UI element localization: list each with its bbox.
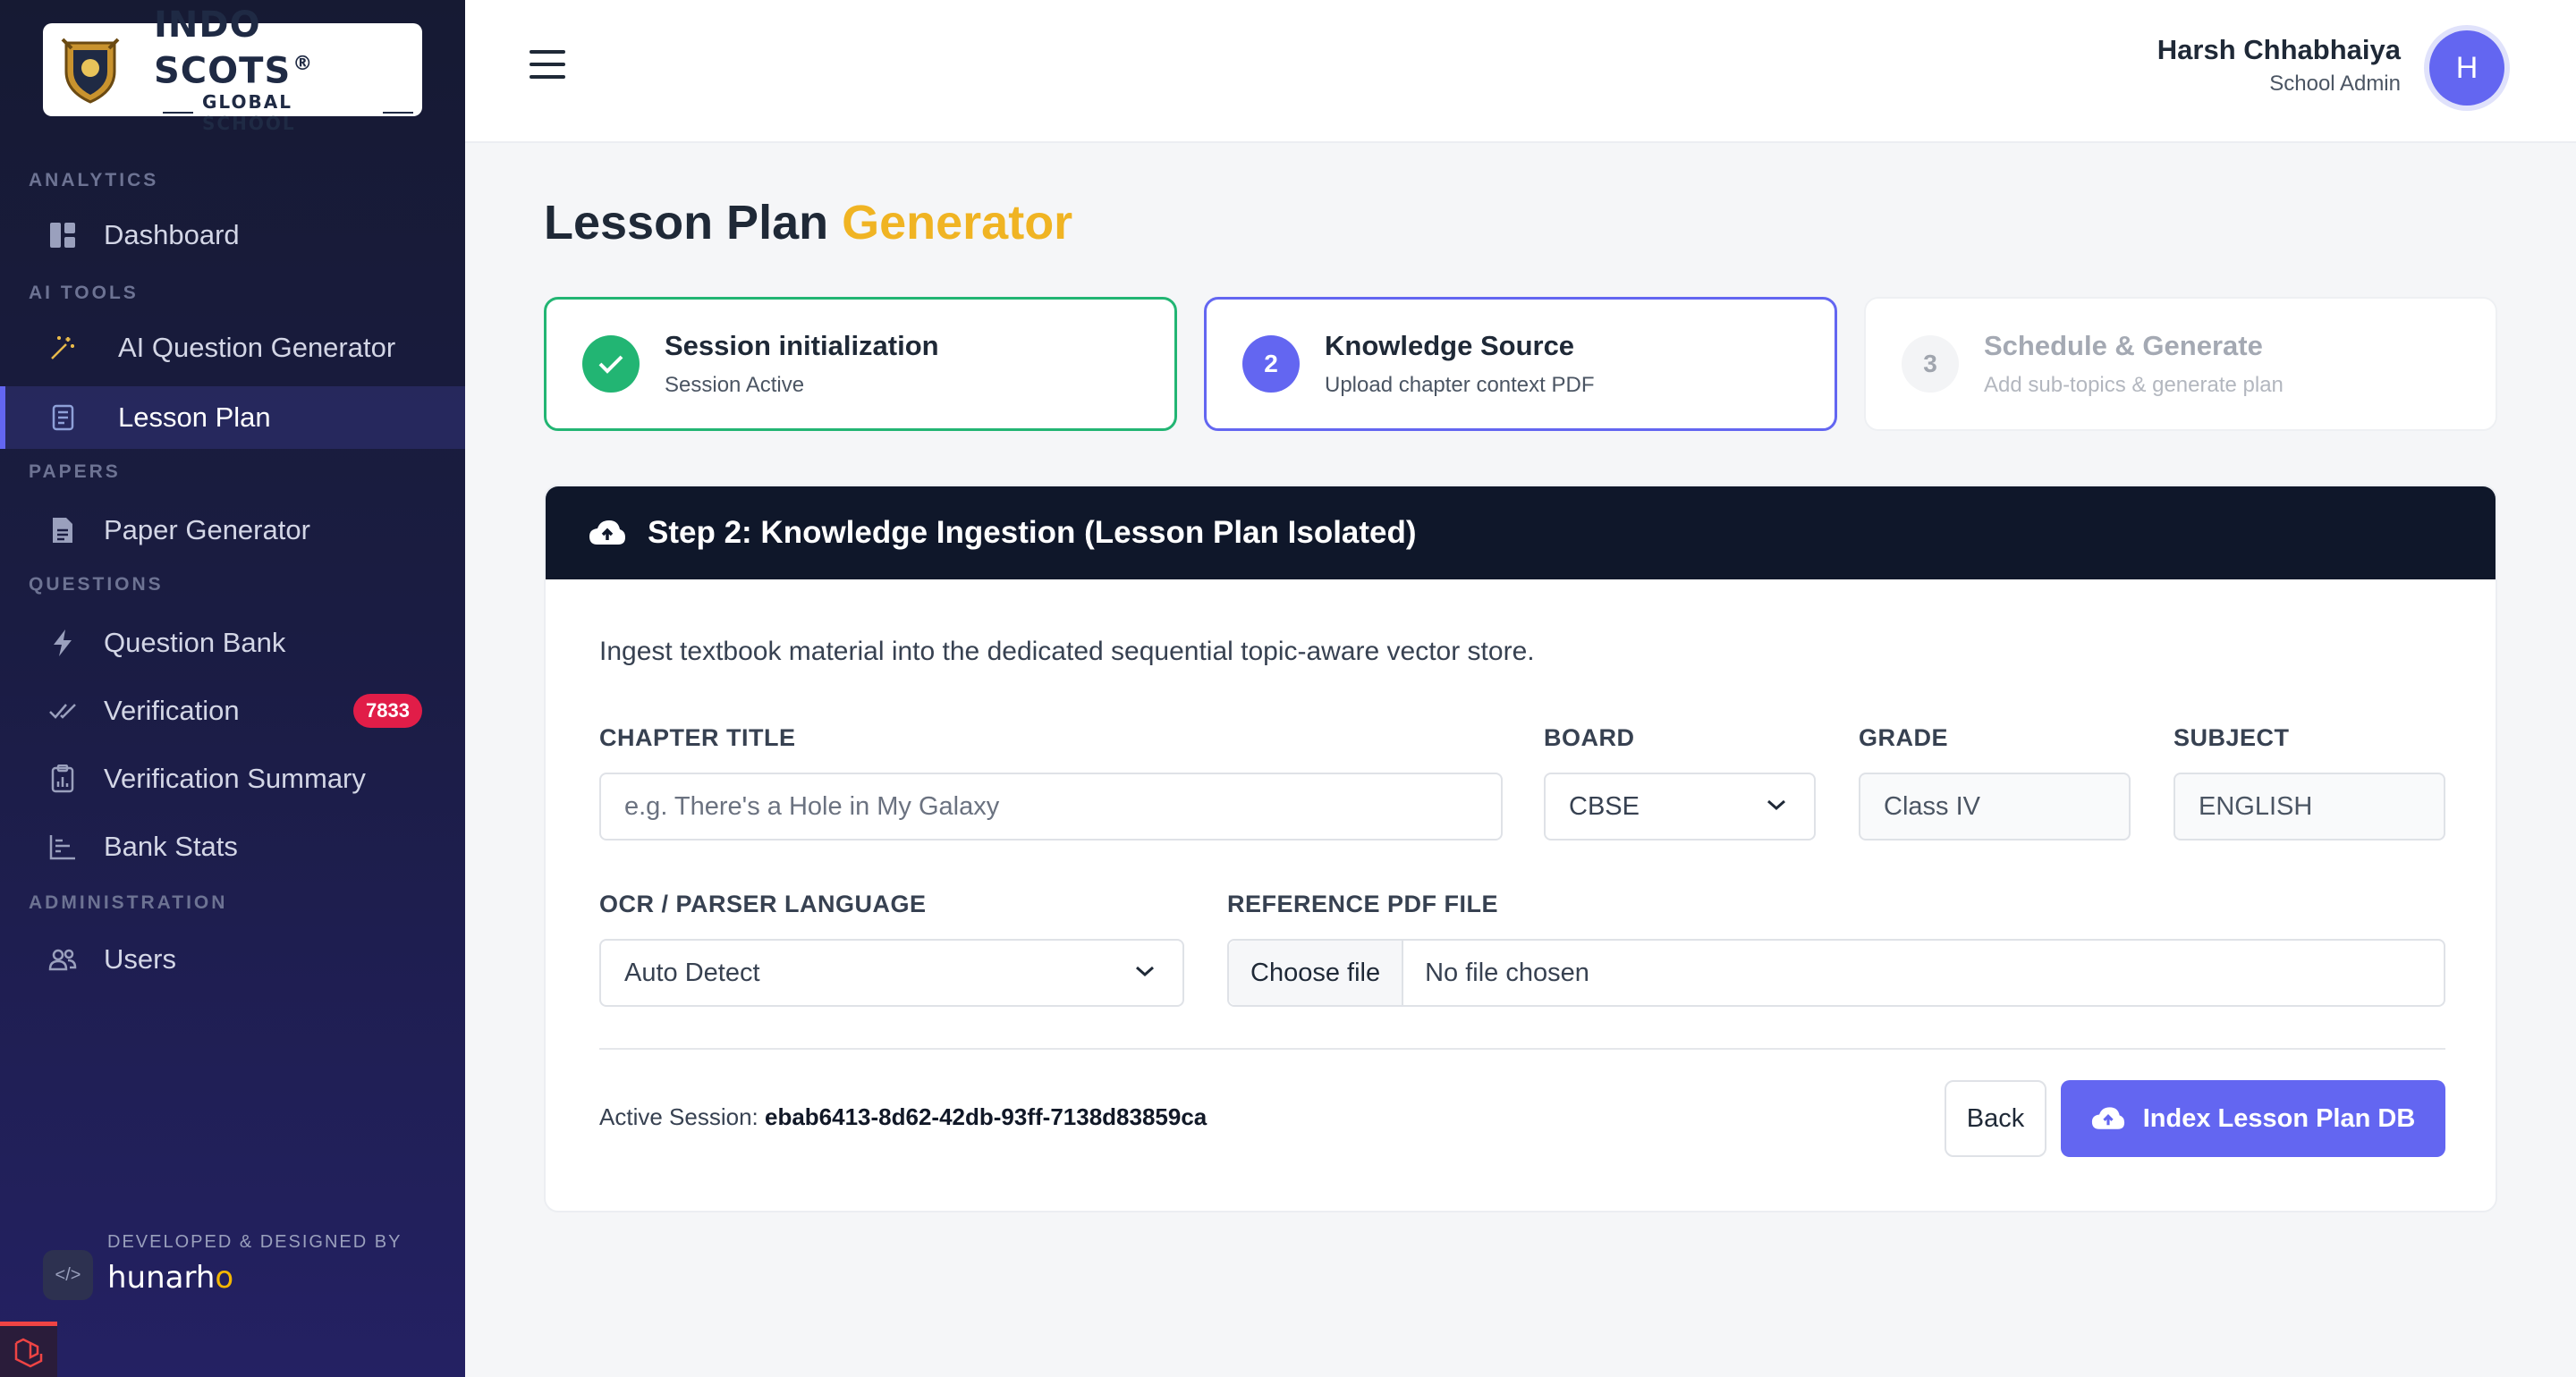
reference-pdf-input[interactable]: Choose file No file chosen bbox=[1227, 939, 2445, 1007]
user-info[interactable]: Harsh Chhabhaiya School Admin bbox=[2157, 34, 2401, 97]
step-title: Schedule & Generate bbox=[1984, 330, 2263, 361]
cloud-upload-icon bbox=[2091, 1107, 2124, 1129]
subject-field[interactable]: ENGLISH bbox=[2174, 773, 2445, 841]
active-session: Active Session: ebab6413-8d62-42db-93ff-… bbox=[599, 1103, 1207, 1131]
index-lesson-plan-button[interactable]: Index Lesson Plan DB bbox=[2061, 1080, 2445, 1157]
subject-label: SUBJECT bbox=[2174, 724, 2290, 751]
sidebar-item-label: Question Bank bbox=[104, 627, 286, 658]
step-knowledge-source[interactable]: 2 Knowledge Source Upload chapter contex… bbox=[1204, 297, 1837, 431]
board-select[interactable]: CBSE bbox=[1544, 773, 1816, 841]
session-id: ebab6413-8d62-42db-93ff-7138d83859ca bbox=[764, 1103, 1208, 1130]
step-subtitle: Add sub-topics & generate plan bbox=[1984, 373, 2284, 397]
card-header: Step 2: Knowledge Ingestion (Lesson Plan… bbox=[546, 486, 2496, 579]
user-name: Harsh Chhabhaiya bbox=[2157, 34, 2401, 65]
code-icon: </> bbox=[43, 1250, 93, 1300]
section-ai-tools: AI TOOLS bbox=[29, 283, 139, 303]
sidebar-item-label: Dashboard bbox=[104, 219, 240, 250]
laravel-icon[interactable] bbox=[0, 1322, 57, 1377]
page-title-accent: Generator bbox=[842, 196, 1073, 249]
double-check-icon bbox=[47, 695, 79, 727]
chapter-title-label: CHAPTER TITLE bbox=[599, 724, 796, 751]
sidebar-item-verification[interactable]: Verification 7833 bbox=[0, 680, 465, 742]
cloud-upload-icon bbox=[589, 520, 625, 545]
sidebar-item-dashboard[interactable]: Dashboard bbox=[0, 204, 465, 266]
developer-credit: </> DEVELOPED & DESIGNED BY hunarho bbox=[43, 1232, 402, 1300]
step-subtitle: Session Active bbox=[665, 373, 805, 397]
file-status: No file chosen bbox=[1425, 958, 1589, 987]
section-administration: ADMINISTRATION bbox=[29, 892, 228, 913]
card-description: Ingest textbook material into the dedica… bbox=[599, 637, 1535, 666]
divider bbox=[599, 1048, 2445, 1050]
hamburger-menu-icon[interactable] bbox=[530, 50, 565, 79]
step-session-initialization[interactable]: Session initialization Session Active bbox=[544, 297, 1177, 431]
section-papers: PAPERS bbox=[29, 461, 121, 482]
page-title-main: Lesson Plan bbox=[544, 196, 829, 249]
step-number: 3 bbox=[1902, 335, 1959, 393]
knowledge-ingestion-card: Step 2: Knowledge Ingestion (Lesson Plan… bbox=[544, 485, 2497, 1212]
sidebar-item-label: Lesson Plan bbox=[118, 401, 271, 433]
sidebar-item-label: Bank Stats bbox=[104, 831, 238, 862]
sidebar-item-label: Verification bbox=[104, 695, 240, 726]
reference-pdf-label: REFERENCE PDF FILE bbox=[1227, 891, 1499, 917]
clipboard-chart-icon bbox=[47, 763, 79, 795]
back-button[interactable]: Back bbox=[1945, 1080, 2046, 1157]
section-questions: QUESTIONS bbox=[29, 574, 164, 595]
card-title: Step 2: Knowledge Ingestion (Lesson Plan… bbox=[648, 515, 1417, 550]
sidebar-item-bank-stats[interactable]: Bank Stats bbox=[0, 815, 465, 878]
chapter-title-input[interactable]: e.g. There's a Hole in My Galaxy bbox=[599, 773, 1503, 841]
board-value: CBSE bbox=[1569, 791, 1640, 821]
chevron-down-icon bbox=[1136, 966, 1154, 977]
lesson-book-icon bbox=[47, 401, 79, 434]
brand-subtitle: GLOBAL SCHOOL bbox=[202, 90, 296, 134]
school-logo[interactable]: INDO SCOTS® GLOBAL SCHOOL bbox=[43, 5, 422, 134]
sidebar-item-label: AI Question Generator bbox=[118, 332, 396, 363]
developer-label: DEVELOPED & DESIGNED BY bbox=[107, 1232, 402, 1252]
step-subtitle: Upload chapter context PDF bbox=[1325, 373, 1595, 397]
ocr-language-value: Auto Detect bbox=[624, 958, 760, 987]
chevron-down-icon bbox=[1767, 799, 1785, 811]
sidebar-item-label: Users bbox=[104, 943, 176, 975]
index-button-label: Index Lesson Plan DB bbox=[2142, 1103, 2416, 1133]
sidebar: INDO SCOTS® GLOBAL SCHOOL ANALYTICS Dash… bbox=[0, 0, 465, 1377]
bar-stats-icon bbox=[47, 831, 79, 863]
crest-icon bbox=[59, 36, 122, 104]
step-number: 2 bbox=[1242, 335, 1300, 393]
sidebar-item-paper-generator[interactable]: Paper Generator bbox=[0, 499, 465, 562]
sidebar-item-verification-summary[interactable]: Verification Summary bbox=[0, 748, 465, 810]
user-role: School Admin bbox=[2269, 72, 2401, 96]
developer-brand[interactable]: hunarho bbox=[107, 1260, 402, 1296]
document-icon bbox=[47, 514, 79, 546]
check-icon bbox=[582, 335, 640, 393]
sidebar-item-label: Verification Summary bbox=[104, 763, 366, 794]
magic-wand-icon bbox=[47, 332, 79, 364]
grade-label: GRADE bbox=[1859, 724, 1949, 751]
ocr-language-select[interactable]: Auto Detect bbox=[599, 939, 1184, 1007]
verification-count-badge: 7833 bbox=[353, 694, 422, 728]
section-analytics: ANALYTICS bbox=[29, 170, 159, 190]
registered-mark: ® bbox=[292, 53, 314, 76]
step-title: Session initialization bbox=[665, 330, 939, 361]
bolt-icon bbox=[47, 627, 79, 659]
step-schedule-generate[interactable]: 3 Schedule & Generate Add sub-topics & g… bbox=[1864, 297, 2497, 431]
choose-file-button[interactable]: Choose file bbox=[1229, 941, 1404, 1005]
avatar[interactable]: H bbox=[2429, 30, 2504, 106]
grade-field[interactable]: Class IV bbox=[1859, 773, 2131, 841]
users-icon bbox=[47, 943, 79, 976]
sidebar-item-ai-question-generator[interactable]: AI Question Generator bbox=[0, 317, 465, 379]
sidebar-item-question-bank[interactable]: Question Bank bbox=[0, 612, 465, 674]
ocr-language-label: OCR / PARSER LANGUAGE bbox=[599, 891, 927, 917]
board-label: BOARD bbox=[1544, 724, 1635, 751]
sidebar-item-label: Paper Generator bbox=[104, 514, 310, 545]
session-label: Active Session: bbox=[599, 1103, 758, 1130]
sidebar-item-users[interactable]: Users bbox=[0, 928, 465, 991]
page-title: Lesson Plan Generator bbox=[544, 195, 1072, 250]
top-header: Harsh Chhabhaiya School Admin H bbox=[465, 0, 2576, 143]
sidebar-item-lesson-plan[interactable]: Lesson Plan bbox=[0, 386, 465, 449]
dashboard-icon bbox=[47, 219, 79, 251]
brand-name: INDO SCOTS bbox=[154, 4, 292, 92]
step-title: Knowledge Source bbox=[1325, 330, 1575, 361]
